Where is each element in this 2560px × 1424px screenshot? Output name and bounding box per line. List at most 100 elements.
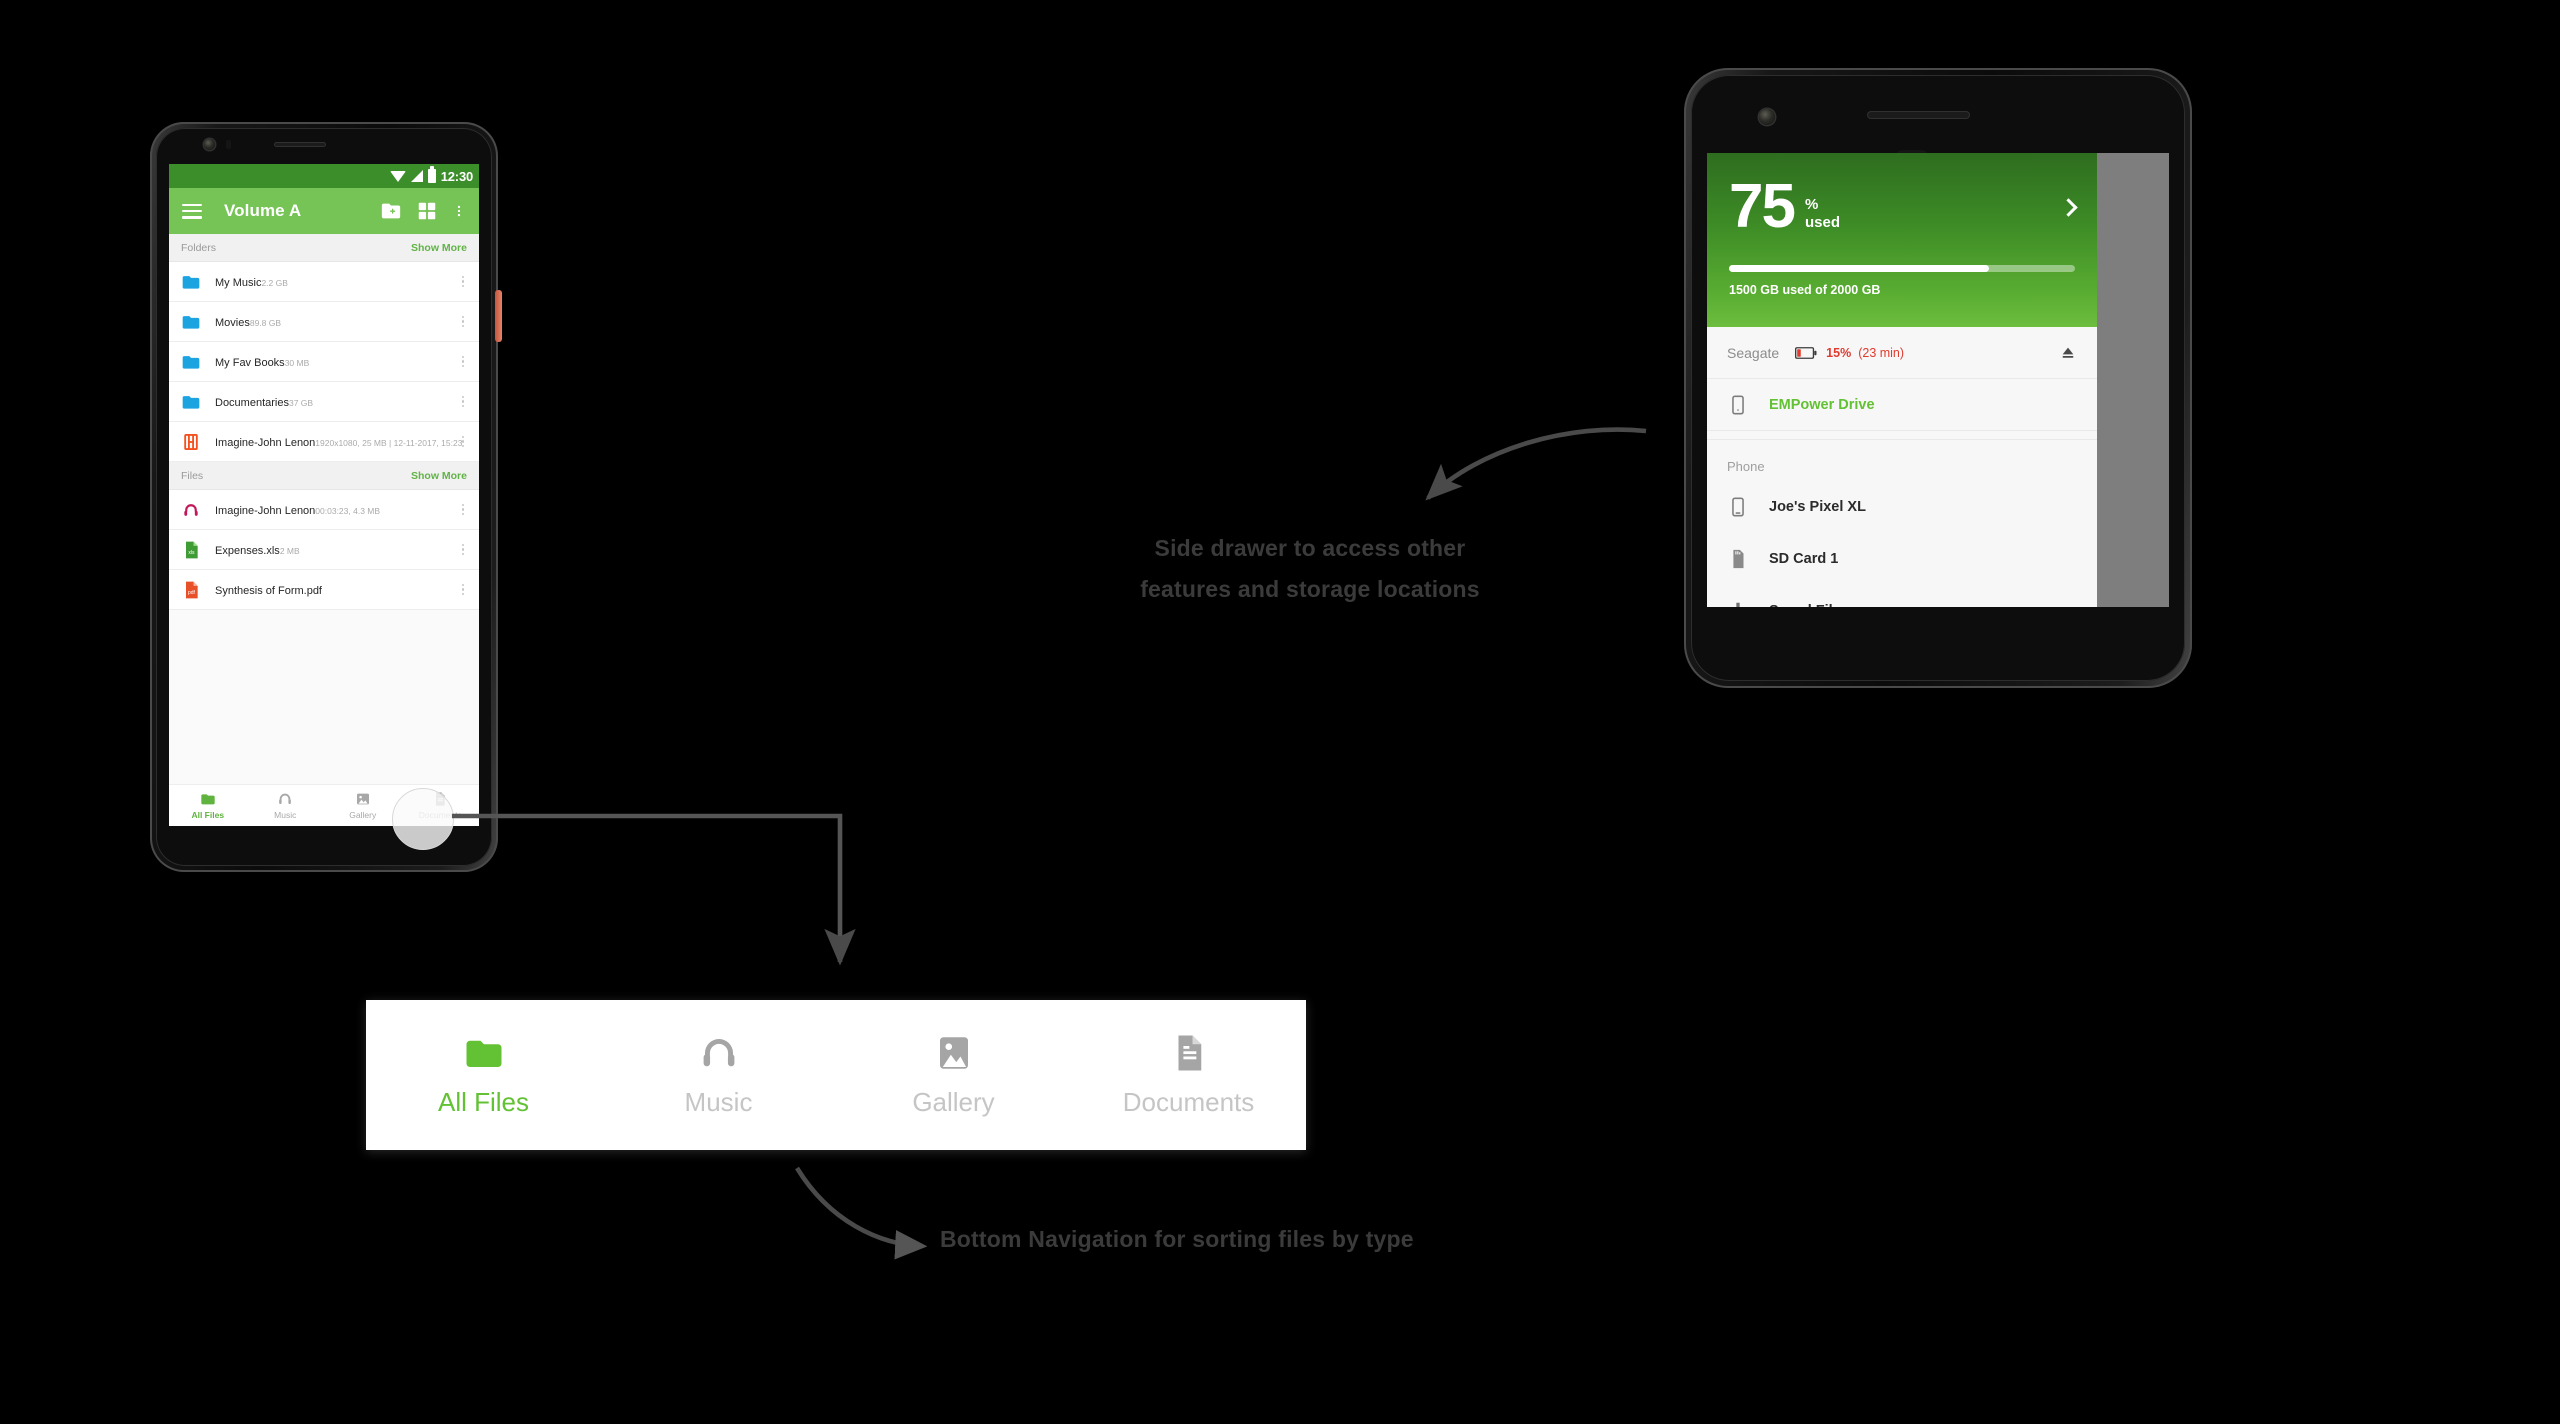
row-name: Movies <box>215 316 250 329</box>
arrow-bottom-annotation <box>795 1166 928 1260</box>
section-header-files: Files Show More <box>169 462 479 490</box>
table-row[interactable]: xls Expenses.xls2 MB <box>169 530 479 570</box>
row-subtitle: 37 GB <box>288 397 314 408</box>
row-overflow-menu-icon[interactable] <box>457 435 469 448</box>
xls-file-icon: xls <box>181 540 201 560</box>
battery-low-icon <box>1795 346 1817 359</box>
callout-nav-item-gallery[interactable]: Gallery <box>836 1032 1071 1118</box>
drawer-item-sd-card-1[interactable]: SD Card 1 <box>1707 533 2097 585</box>
proximity-sensor-icon <box>226 140 231 149</box>
headphones-icon <box>276 791 294 807</box>
drawer-item-label: SD Card 1 <box>1769 551 1839 567</box>
callout-nav-label: Gallery <box>912 1087 995 1117</box>
show-more-files-button[interactable]: Show More <box>411 470 467 482</box>
storage-caption: 1500 GB used of 2000 GB <box>1729 283 1881 297</box>
table-row[interactable]: pdf Synthesis of Form.pdf <box>169 570 479 610</box>
image-icon <box>931 1032 977 1074</box>
row-subtitle: 00:03:23, 4.3 MB <box>315 505 381 516</box>
folder-icon <box>181 312 201 332</box>
row-overflow-menu-icon[interactable] <box>457 503 469 516</box>
bottom-nav-label: Gallery <box>349 810 377 820</box>
phone-icon <box>1727 496 1749 518</box>
bottom-nav-item-gallery[interactable]: Gallery <box>324 791 402 820</box>
row-subtitle: 2.2 GB <box>261 277 288 288</box>
drawer-scrim[interactable] <box>2097 153 2169 607</box>
section-label: Folders <box>181 241 217 254</box>
battery-time-remaining: (23 min) <box>1858 345 1905 360</box>
row-overflow-menu-icon[interactable] <box>457 275 469 288</box>
eject-icon[interactable] <box>2059 345 2077 361</box>
row-overflow-menu-icon[interactable] <box>457 355 469 368</box>
drive-icon <box>1727 394 1749 416</box>
front-camera-icon <box>204 139 215 150</box>
folder-icon <box>199 791 217 807</box>
drawer-item-saved-files[interactable]: Saved Files <box>1707 585 2097 607</box>
bottom-nav-label: Music <box>274 810 297 820</box>
row-overflow-menu-icon[interactable] <box>457 315 469 328</box>
magnifier-highlight-circle <box>392 788 454 850</box>
table-row[interactable]: My Music2.2 GB <box>169 262 479 302</box>
sd-card-icon <box>1727 548 1749 570</box>
row-overflow-menu-icon[interactable] <box>457 395 469 408</box>
row-subtitle: 1920x1080, 25 MB | 12-11-2017, 15:23 <box>315 437 463 448</box>
grid-view-icon[interactable] <box>416 200 438 222</box>
table-row[interactable]: Imagine-John Lenon00:03:23, 4.3 MB <box>169 490 479 530</box>
callout-nav-bar: All Files Music Gallery Documents <box>366 1000 1306 1150</box>
folder-icon <box>181 272 201 292</box>
battery-icon <box>427 166 436 183</box>
section-label: Files <box>181 469 204 482</box>
drawer-item-empower-drive[interactable]: EMPower Drive <box>1707 379 2097 431</box>
row-name: Documentaries <box>215 396 289 409</box>
callout-nav-item-documents[interactable]: Documents <box>1071 1032 1306 1118</box>
bottom-nav-label: All Files <box>191 810 225 820</box>
storage-progress-fill <box>1729 265 1989 272</box>
drawer-item-label: EMPower Drive <box>1769 396 1875 413</box>
left-app-bar: Volume A <box>169 188 479 234</box>
battery-percent: 15% <box>1826 345 1852 360</box>
navigation-drawer: 75 % used 1500 GB used of 2000 GB Seagat… <box>1707 153 2097 607</box>
table-row[interactable]: Imagine-John Lenon1920x1080, 25 MB | 12-… <box>169 422 479 462</box>
bottom-navigation-callout: All Files Music Gallery Documents <box>366 1000 1306 1150</box>
left-phone-screen: 12:30 Volume A Folders Show More My Musi… <box>169 164 479 826</box>
video-file-icon <box>181 432 201 452</box>
front-camera-icon <box>1759 109 1775 125</box>
callout-nav-item-all-files[interactable]: All Files <box>366 1032 601 1118</box>
create-folder-icon[interactable] <box>380 200 402 222</box>
callout-nav-label: Documents <box>1122 1087 1255 1117</box>
table-row[interactable]: Movies89.8 GB <box>169 302 479 342</box>
drawer-item-label: Joe's Pixel XL <box>1769 499 1866 515</box>
row-overflow-menu-icon[interactable] <box>457 583 469 596</box>
bottom-nav-item-music[interactable]: Music <box>247 791 325 820</box>
callout-nav-label: Music <box>684 1087 753 1117</box>
row-name: Expenses.xls <box>215 544 280 557</box>
row-name: Imagine-John Lenon <box>215 436 316 449</box>
folder-icon <box>181 392 201 412</box>
storage-progress-bar <box>1729 265 2075 272</box>
row-name: Imagine-John Lenon <box>215 504 316 517</box>
power-button[interactable] <box>495 290 502 342</box>
drawer-item-joes-pixel-xl[interactable]: Joe's Pixel XL <box>1707 481 2097 533</box>
table-row[interactable]: My Fav Books30 MB <box>169 342 479 382</box>
wifi-icon <box>389 170 406 182</box>
callout-nav-item-music[interactable]: Music <box>601 1032 836 1118</box>
table-row[interactable]: Documentaries37 GB <box>169 382 479 422</box>
arrow-drawer-callout <box>1425 427 1647 501</box>
hamburger-menu-icon[interactable] <box>182 203 202 219</box>
right-phone-screen: 12:30 75 % used <box>1707 153 2169 607</box>
left-phone-bezel: 12:30 Volume A Folders Show More My Musi… <box>156 128 492 866</box>
row-subtitle: 30 MB <box>284 357 310 368</box>
earpiece-speaker <box>274 142 326 147</box>
image-icon <box>354 791 372 807</box>
annotation-line-2: features and storage locations <box>1140 576 1480 602</box>
row-overflow-menu-icon[interactable] <box>457 543 469 556</box>
drawer-group-label: Phone <box>1727 459 1765 474</box>
signal-icon <box>410 170 423 182</box>
folder-icon <box>461 1032 507 1074</box>
bottom-nav-item-all-files[interactable]: All Files <box>169 791 247 820</box>
overflow-menu-icon[interactable] <box>452 200 466 222</box>
show-more-folders-button[interactable]: Show More <box>411 242 467 254</box>
storage-summary-card[interactable]: 75 % used 1500 GB used of 2000 GB <box>1707 153 2097 327</box>
row-name: Synthesis of Form.pdf <box>215 584 322 597</box>
arrow-bottom-nav-callout <box>452 813 856 966</box>
annotation-bottom-navigation: Bottom Navigation for sorting files by t… <box>940 1226 1414 1252</box>
